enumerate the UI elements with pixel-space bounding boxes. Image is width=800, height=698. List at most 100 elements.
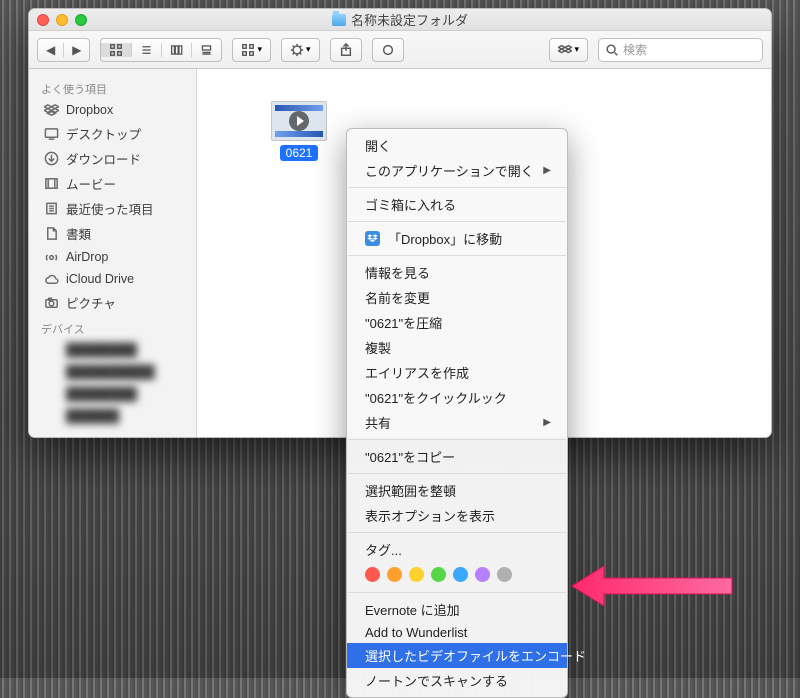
menu-separator	[348, 473, 566, 474]
arrange-button[interactable]: ▾	[232, 38, 271, 62]
folder-icon	[332, 14, 346, 26]
airdrop-icon	[43, 249, 59, 265]
sidebar-item-downloads[interactable]: ダウンロード	[29, 146, 196, 171]
menu-share[interactable]: 共有▶	[347, 410, 567, 435]
recents-icon	[43, 201, 59, 217]
camera-icon	[43, 295, 59, 311]
sidebar-item-documents[interactable]: 書類	[29, 221, 196, 246]
forward-button[interactable]: ▶	[63, 43, 89, 57]
column-view-button[interactable]	[161, 43, 191, 57]
menu-separator	[348, 255, 566, 256]
tag-red[interactable]	[365, 567, 380, 582]
download-icon	[43, 151, 59, 167]
menu-tags[interactable]: タグ...	[347, 537, 567, 562]
action-button[interactable]: ▾	[281, 38, 320, 62]
sidebar-heading-devices: デバイス	[29, 315, 196, 339]
menu-copy[interactable]: "0621"をコピー	[347, 444, 567, 469]
sidebar-item-airdrop[interactable]: AirDrop	[29, 246, 196, 268]
desktop-icon	[43, 126, 59, 142]
sidebar-item-label: ムービー	[66, 174, 116, 193]
toolbar: ◀ ▶ ▾ ▾ ▾ 検索	[29, 31, 771, 69]
minimize-window-button[interactable]	[56, 14, 68, 26]
menu-view-options[interactable]: 表示オプションを表示	[347, 503, 567, 528]
close-window-button[interactable]	[37, 14, 49, 26]
search-field[interactable]: 検索	[598, 38, 763, 62]
sidebar-item-device[interactable]: ██████████	[29, 361, 196, 383]
sidebar-item-desktop[interactable]: デスクトップ	[29, 121, 196, 146]
menu-separator	[348, 187, 566, 188]
menu-rename[interactable]: 名前を変更	[347, 285, 567, 310]
cloud-icon	[43, 271, 59, 287]
view-switcher	[100, 38, 222, 62]
sidebar-item-label: iCloud Drive	[66, 272, 134, 286]
sidebar-item-label: 最近使った項目	[66, 199, 154, 218]
menu-separator	[348, 532, 566, 533]
menu-encode-video[interactable]: 選択したビデオファイルをエンコード	[347, 643, 567, 668]
tag-yellow[interactable]	[409, 567, 424, 582]
menu-get-info[interactable]: 情報を見る	[347, 260, 567, 285]
sidebar-item-movies[interactable]: ムービー	[29, 171, 196, 196]
search-placeholder: 検索	[623, 41, 647, 58]
sidebar: よく使う項目 Dropbox デスクトップ ダウンロード ムービー 最近使った項…	[29, 69, 197, 437]
annotation-arrow-icon	[572, 556, 742, 616]
video-thumbnail-icon	[271, 101, 327, 141]
tag-green[interactable]	[431, 567, 446, 582]
menu-wunderlist[interactable]: Add to Wunderlist	[347, 622, 567, 643]
sidebar-item-label: ピクチャ	[66, 293, 116, 312]
sidebar-item-label: 書類	[66, 224, 91, 243]
menu-norton-scan[interactable]: ノートンでスキャンする	[347, 668, 567, 693]
menu-separator	[348, 439, 566, 440]
window-title-text: 名称未設定フォルダ	[351, 10, 468, 29]
sidebar-item-device[interactable]: ████████	[29, 383, 196, 405]
menu-alias[interactable]: エイリアスを作成	[347, 360, 567, 385]
menu-compress[interactable]: "0621"を圧縮	[347, 310, 567, 335]
tag-blue[interactable]	[453, 567, 468, 582]
coverflow-view-button[interactable]	[191, 43, 221, 57]
sidebar-item-device[interactable]: ████████	[29, 339, 196, 361]
sidebar-item-icloud[interactable]: iCloud Drive	[29, 268, 196, 290]
menu-open[interactable]: 開く	[347, 133, 567, 158]
icon-view-button[interactable]	[101, 43, 131, 57]
menu-separator	[348, 592, 566, 593]
sidebar-item-label: AirDrop	[66, 250, 108, 264]
menu-quicklook[interactable]: "0621"をクイックルック	[347, 385, 567, 410]
sidebar-item-label: Dropbox	[66, 103, 113, 117]
window-title: 名称未設定フォルダ	[29, 10, 771, 29]
nav-back-forward: ◀ ▶	[37, 38, 90, 62]
menu-evernote[interactable]: Evernote に追加	[347, 597, 567, 622]
dropbox-toolbar-button[interactable]: ▾	[549, 38, 588, 62]
list-view-button[interactable]	[131, 43, 161, 57]
chevron-right-icon: ▶	[543, 417, 551, 428]
chevron-right-icon: ▶	[543, 165, 551, 176]
sidebar-item-label: ダウンロード	[66, 149, 141, 168]
file-name-label: 0621	[280, 145, 319, 161]
tag-purple[interactable]	[475, 567, 490, 582]
tags-button[interactable]	[372, 38, 404, 62]
menu-separator	[348, 221, 566, 222]
sidebar-item-label: デスクトップ	[66, 124, 141, 143]
menu-clean-selection[interactable]: 選択範囲を整頓	[347, 478, 567, 503]
sidebar-item-dropbox[interactable]: Dropbox	[29, 99, 196, 121]
menu-move-dropbox[interactable]: 「Dropbox」に移動	[347, 226, 567, 251]
tag-orange[interactable]	[387, 567, 402, 582]
movie-icon	[43, 176, 59, 192]
sidebar-heading-favorites: よく使う項目	[29, 75, 196, 99]
menu-trash[interactable]: ゴミ箱に入れる	[347, 192, 567, 217]
traffic-lights	[37, 14, 87, 26]
tag-color-row	[347, 562, 567, 588]
share-button[interactable]	[330, 38, 362, 62]
tag-gray[interactable]	[497, 567, 512, 582]
context-menu: 開く このアプリケーションで開く▶ ゴミ箱に入れる 「Dropbox」に移動 情…	[346, 128, 568, 698]
dropbox-icon	[365, 231, 380, 246]
back-button[interactable]: ◀	[38, 43, 63, 57]
sidebar-item-device[interactable]: ██████	[29, 405, 196, 427]
file-item[interactable]: 0621	[265, 101, 333, 162]
sidebar-item-recents[interactable]: 最近使った項目	[29, 196, 196, 221]
menu-open-with[interactable]: このアプリケーションで開く▶	[347, 158, 567, 183]
zoom-window-button[interactable]	[75, 14, 87, 26]
titlebar: 名称未設定フォルダ	[29, 9, 771, 31]
menu-duplicate[interactable]: 複製	[347, 335, 567, 360]
search-icon	[605, 43, 619, 57]
dropbox-icon	[43, 102, 59, 118]
sidebar-item-pictures[interactable]: ピクチャ	[29, 290, 196, 315]
